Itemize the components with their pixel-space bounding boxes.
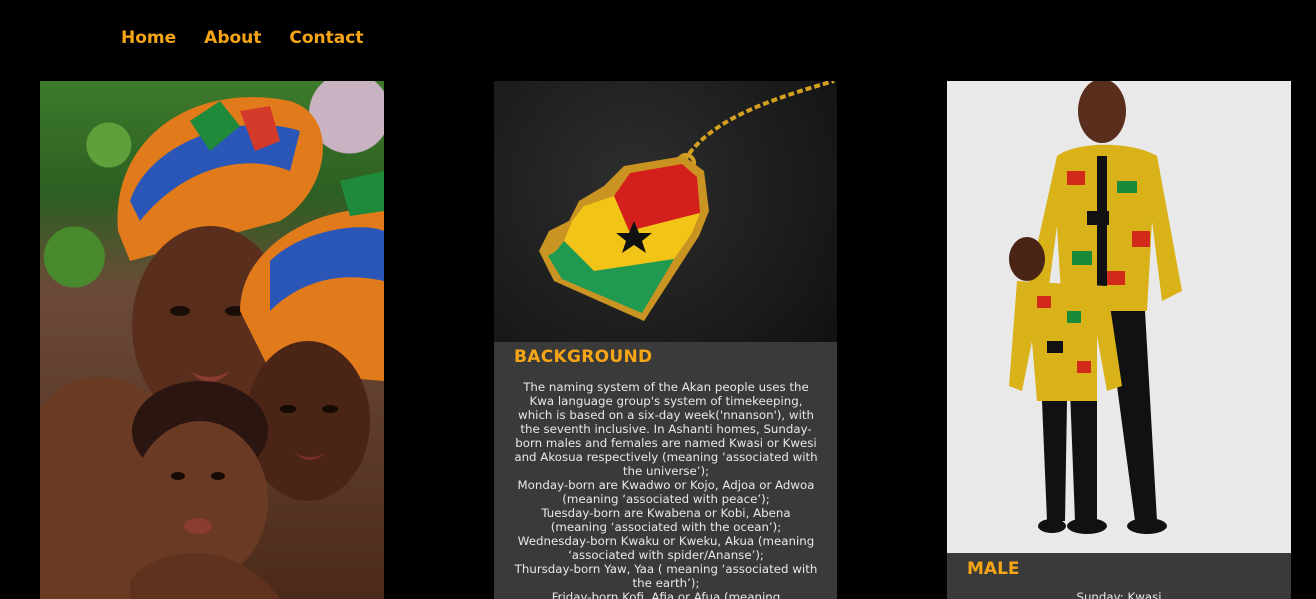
background-paragraph: The naming system of the Akan people use… xyxy=(514,380,818,478)
family-portrait-image xyxy=(40,81,384,599)
background-paragraph: Friday-born Kofi, Afia or Afua (meaning xyxy=(551,590,781,599)
family-portrait-card xyxy=(40,81,384,599)
ghana-pendant-image xyxy=(494,81,837,342)
male-heading: MALE xyxy=(967,559,1020,579)
male-caption: MALE Sunday: Kwasi xyxy=(947,553,1291,599)
father-son-image xyxy=(947,81,1291,553)
background-card: BACKGROUND The naming system of the Akan… xyxy=(494,81,837,599)
background-paragraph: Tuesday-born are Kwabena or Kobi, Abena … xyxy=(541,506,791,534)
nav-contact-link[interactable]: Contact xyxy=(289,28,363,48)
nav-home-link[interactable]: Home xyxy=(121,28,176,48)
family-portrait-illustration xyxy=(40,97,384,599)
background-paragraph: Thursday-born Yaw, Yaa ( meaning ‘associ… xyxy=(514,562,818,590)
background-text: The naming system of the Akan people use… xyxy=(512,380,820,599)
background-paragraph: Wednesday-born Kwaku or Kweku, Akua (mea… xyxy=(517,534,815,562)
ghana-map-pendant-illustration xyxy=(539,81,835,321)
father-son-illustration xyxy=(947,81,1291,553)
main-nav: Home About Contact xyxy=(121,28,363,48)
background-paragraph: Monday-born are Kwadwo or Kojo, Adjoa or… xyxy=(517,478,815,506)
male-name-line: Sunday: Kwasi xyxy=(1076,590,1162,599)
background-heading: BACKGROUND xyxy=(514,347,653,367)
male-card: MALE Sunday: Kwasi xyxy=(947,81,1291,599)
nav-about-link[interactable]: About xyxy=(204,28,261,48)
